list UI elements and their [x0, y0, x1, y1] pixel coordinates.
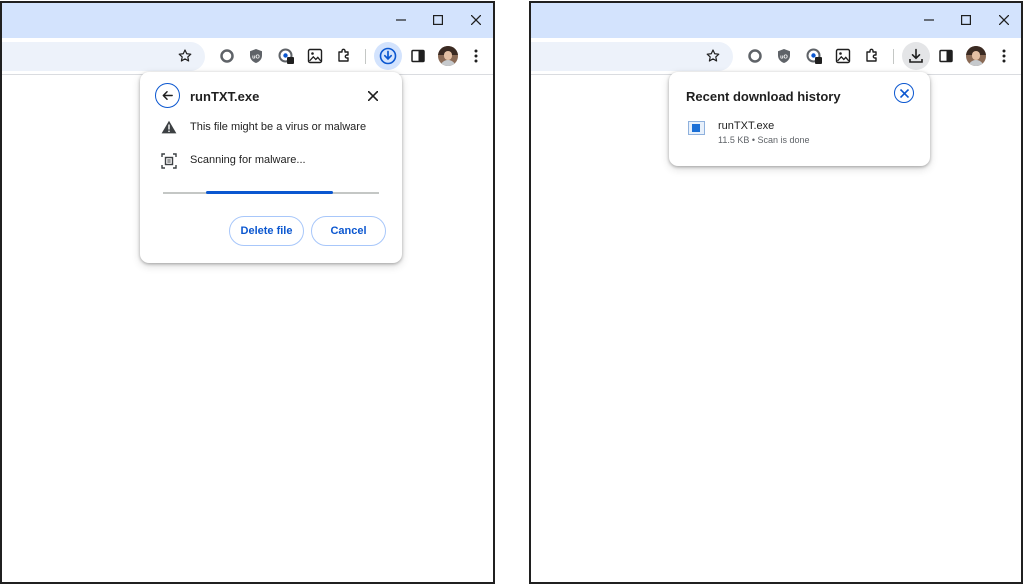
download-scan-popup: runTXT.exe This file might be a virus or…	[140, 72, 402, 263]
menu-icon	[474, 49, 478, 63]
delete-file-button[interactable]: Delete file	[229, 216, 304, 246]
browser-window-history: uO Recent download history runTXT.exe 11…	[529, 1, 1023, 584]
download-file-name[interactable]: runTXT.exe	[718, 120, 774, 132]
browser-toolbar: uO	[531, 38, 1021, 75]
title-bar	[531, 3, 1021, 38]
side-panel-button[interactable]	[407, 45, 429, 67]
warning-text: This file might be a virus or malware	[190, 121, 367, 133]
minimize-button[interactable]	[917, 9, 941, 31]
extensions-puzzle-icon	[338, 48, 349, 62]
bookmark-button[interactable]	[702, 45, 724, 67]
extension-badge-button[interactable]	[803, 45, 825, 67]
popup-title: runTXT.exe	[190, 89, 260, 104]
menu-button[interactable]	[465, 45, 487, 67]
extensions-button[interactable]	[861, 45, 883, 67]
ublock-icon: uO	[778, 49, 790, 63]
popup-title: Recent download history	[686, 89, 841, 104]
close-window-button[interactable]	[992, 9, 1016, 31]
download-history-popup: Recent download history runTXT.exe 11.5 …	[669, 72, 930, 166]
image-extension-button[interactable]	[304, 45, 326, 67]
menu-icon	[1002, 49, 1006, 63]
side-panel-icon	[939, 49, 953, 63]
extension-badge-icon	[806, 48, 822, 64]
close-icon	[899, 88, 909, 98]
browser-window-scanning: uO runTXT.exe This file might be a virus…	[0, 1, 495, 584]
bookmark-star-icon	[178, 49, 192, 62]
cancel-button[interactable]: Cancel	[311, 216, 386, 246]
close-icon	[471, 15, 481, 25]
image-icon	[307, 48, 323, 64]
extensions-button[interactable]	[333, 45, 355, 67]
minimize-icon	[924, 19, 934, 21]
maximize-icon	[433, 15, 443, 25]
image-icon	[835, 48, 851, 64]
extension-circle-icon	[748, 49, 762, 63]
browser-toolbar: uO	[2, 38, 493, 75]
downloads-button[interactable]	[902, 42, 930, 70]
file-icon	[688, 121, 705, 135]
extension-badge-button[interactable]	[275, 45, 297, 67]
toolbar-divider	[893, 49, 894, 64]
title-bar	[2, 3, 493, 38]
avatar[interactable]	[438, 46, 458, 66]
popup-close-button[interactable]	[365, 88, 381, 104]
scan-progress-indicator	[206, 191, 333, 194]
avatar[interactable]	[966, 46, 986, 66]
popup-close-button[interactable]	[894, 83, 914, 103]
extension-circle-icon	[220, 49, 234, 63]
close-icon	[999, 15, 1009, 25]
svg-text:uO: uO	[780, 54, 788, 60]
extension-circle-button[interactable]	[744, 45, 766, 67]
menu-button[interactable]	[993, 45, 1015, 67]
close-window-button[interactable]	[464, 9, 488, 31]
extension-circle-button[interactable]	[216, 45, 238, 67]
maximize-button[interactable]	[954, 9, 978, 31]
downloads-button[interactable]	[374, 42, 402, 70]
side-panel-button[interactable]	[935, 45, 957, 67]
ublock-extension-button[interactable]: uO	[245, 45, 267, 67]
download-file-meta: 11.5 KB • Scan is done	[718, 135, 810, 145]
bookmark-star-icon	[706, 49, 720, 62]
back-button[interactable]	[155, 83, 180, 108]
arrow-left-icon	[162, 91, 173, 100]
extension-badge-icon	[278, 48, 294, 64]
maximize-button[interactable]	[426, 9, 450, 31]
warning-icon	[160, 118, 178, 136]
minimize-button[interactable]	[389, 9, 413, 31]
svg-text:uO: uO	[252, 54, 260, 60]
toolbar-divider	[365, 49, 366, 64]
ublock-extension-button[interactable]: uO	[773, 45, 795, 67]
minimize-icon	[396, 19, 406, 21]
bookmark-button[interactable]	[174, 45, 196, 67]
image-extension-button[interactable]	[832, 45, 854, 67]
side-panel-icon	[411, 49, 425, 63]
scan-icon	[160, 152, 178, 170]
download-icon	[379, 47, 397, 65]
maximize-icon	[961, 15, 971, 25]
ublock-icon: uO	[250, 49, 262, 63]
download-icon	[909, 48, 923, 63]
extensions-puzzle-icon	[866, 48, 877, 62]
scanning-text: Scanning for malware...	[190, 154, 306, 166]
close-icon	[368, 91, 378, 101]
